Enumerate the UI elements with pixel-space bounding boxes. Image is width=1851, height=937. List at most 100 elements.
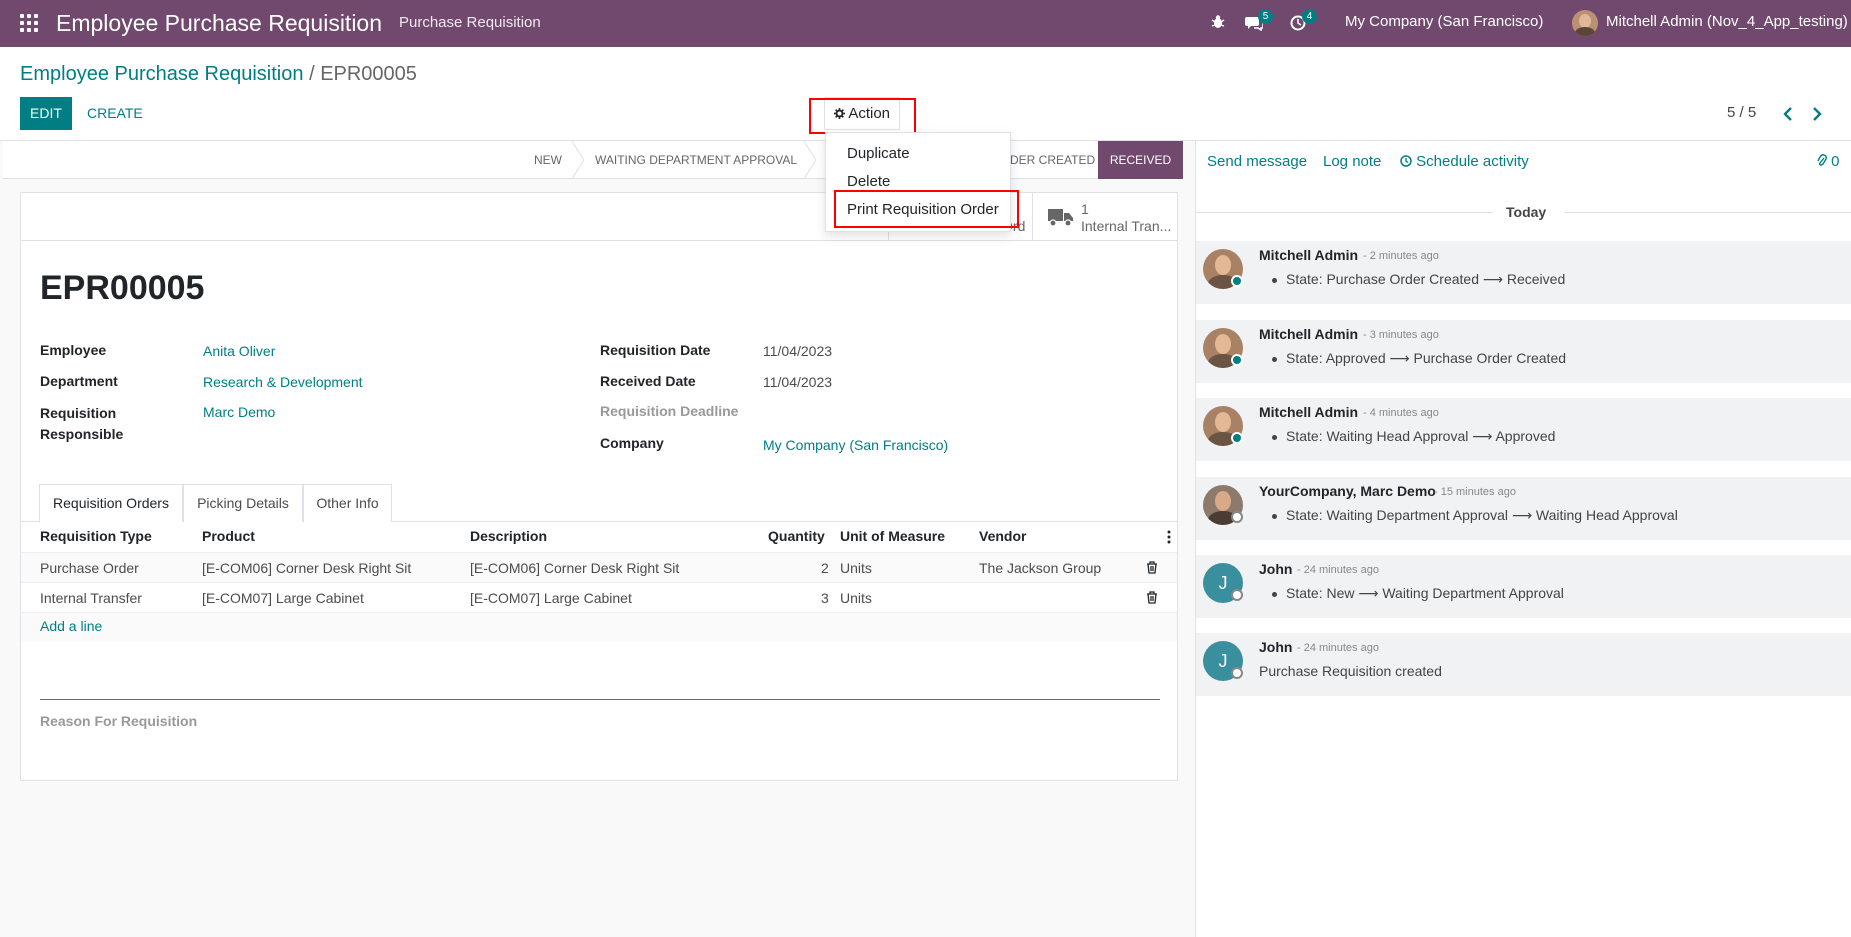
breadcrumb-separator: / [309,63,315,85]
tab-requisition-orders[interactable]: Requisition Orders [39,484,183,523]
department-field[interactable]: Research & Development [203,374,363,390]
paperclip-icon [1817,154,1827,166]
column-requisition-type[interactable]: Requisition Type [40,528,152,544]
pager-previous-icon[interactable] [1780,105,1796,123]
message-time: - 3 minutes ago [1363,329,1439,341]
record-title: EPR00005 [40,269,205,307]
received-date-field[interactable]: 11/04/2023 [763,374,832,390]
form-sheet: Purchase Ord 1 Internal Tran... EPR00005… [20,192,1178,781]
message-time: - 4 minutes ago [1363,407,1439,419]
online-status-dot [1231,432,1243,444]
offline-status-dot [1231,589,1243,601]
company-field[interactable]: My Company (San Francisco) [763,437,948,453]
requisition-responsible-field[interactable]: Marc Demo [203,404,275,420]
stage-divider [571,141,585,179]
row-description: [E-COM07] Large Cabinet [470,590,632,606]
column-description[interactable]: Description [470,528,547,544]
action-button[interactable]: Action [824,97,900,130]
stage-divider [803,141,817,179]
employee-field[interactable]: Anita Oliver [203,343,275,359]
activity-count-badge: 4 [1302,9,1317,24]
row-quantity: 2 [821,560,829,576]
employee-label: Employee [40,342,107,358]
department-label: Department [40,373,118,389]
row-product: [E-COM07] Large Cabinet [202,590,364,606]
user-avatar[interactable] [1572,10,1598,36]
action-button-label: Action [848,105,891,122]
internal-transfer-smart-button[interactable]: 1 Internal Tran... [1032,193,1177,241]
stage-waiting-department-approval[interactable]: WAITING DEPARTMENT APPROVAL [595,153,797,167]
internal-transfer-count: 1 [1081,201,1089,217]
message-author[interactable]: John [1259,639,1292,655]
app-title[interactable]: Employee Purchase Requisition [56,10,382,37]
message-author[interactable]: Mitchell Admin [1259,326,1358,342]
log-note-button[interactable]: Log note [1323,153,1381,170]
message-author[interactable]: YourCompany, Marc Demo [1259,483,1436,499]
company-switcher[interactable]: My Company (San Francisco) [1345,13,1543,30]
gear-icon [833,108,845,119]
row-unit-of-measure: Units [840,560,872,576]
row-quantity: 3 [821,590,829,606]
stage-received[interactable]: RECEIVED [1098,141,1183,179]
offline-status-dot [1231,511,1243,523]
online-status-dot [1231,354,1243,366]
tracking-value: State: Waiting Department Approval ⟶ Wai… [1286,507,1678,523]
add-line-link[interactable]: Add a line [40,618,102,634]
column-vendor[interactable]: Vendor [979,528,1026,544]
stage-purchase-order-created[interactable]: DER CREATED [1010,153,1095,167]
requisition-date-field[interactable]: 11/04/2023 [763,343,832,359]
table-row[interactable]: Purchase Order [E-COM06] Corner Desk Rig… [21,552,1177,582]
tracking-value: State: Waiting Head Approval ⟶ Approved [1286,428,1556,444]
trash-icon[interactable] [1146,591,1158,604]
pager-next-icon[interactable] [1809,105,1825,123]
list-bullet [1272,514,1277,519]
online-status-dot [1231,275,1243,287]
internal-transfer-label: Internal Tran... [1081,218,1172,234]
attachments-button[interactable]: 0 [1817,153,1840,170]
send-message-button[interactable]: Send message [1207,153,1307,170]
day-separator-line [1196,212,1493,213]
message-author[interactable]: John [1259,561,1292,577]
chatter-message: YourCompany, Marc Demo - 15 minutes ago … [1196,477,1851,540]
offline-status-dot [1231,667,1243,679]
apps-menu-icon[interactable] [20,14,40,32]
schedule-activity-button[interactable]: Schedule activity [1400,153,1529,170]
column-unit-of-measure[interactable]: Unit of Measure [840,528,945,544]
table-row[interactable]: Internal Transfer [E-COM07] Large Cabine… [21,582,1177,612]
create-button[interactable]: CREATE [87,105,143,121]
message-author[interactable]: Mitchell Admin [1259,247,1358,263]
edit-button[interactable]: EDIT [20,97,72,130]
breadcrumb-current: EPR00005 [320,63,417,85]
debug-bug-icon[interactable] [1211,14,1225,30]
column-quantity[interactable]: Quantity [768,528,825,544]
pager-value[interactable]: 5 / 5 [1727,104,1756,121]
received-date-label: Received Date [600,373,696,389]
tab-picking-details[interactable]: Picking Details [183,484,303,522]
menu-item-duplicate[interactable]: Duplicate [847,145,910,162]
menu-item-delete[interactable]: Delete [847,173,890,190]
column-product[interactable]: Product [202,528,255,544]
user-menu[interactable]: Mitchell Admin (Nov_4_App_testing) [1606,13,1848,30]
notebook-tabs: Requisition Orders Picking Details Other… [21,484,1177,523]
reason-for-requisition-field[interactable]: Reason For Requisition [40,713,197,729]
message-time: - 24 minutes ago [1297,564,1379,576]
tab-other-info[interactable]: Other Info [303,484,392,522]
day-separator-line [1564,212,1851,213]
control-panel: Employee Purchase Requisition / EPR00005… [0,47,1851,141]
message-time: - 2 minutes ago [1363,250,1439,262]
tracking-value: State: Purchase Order Created ⟶ Received [1286,271,1566,287]
stage-new[interactable]: NEW [534,153,562,167]
breadcrumb-parent[interactable]: Employee Purchase Requisition [20,63,304,85]
message-time: - 15 minutes ago [1434,486,1516,498]
row-product: [E-COM06] Corner Desk Right Sit [202,560,412,576]
clock-icon [1400,155,1412,167]
menu-purchase-requisition[interactable]: Purchase Requisition [399,14,541,31]
day-separator-label: Today [1506,204,1547,220]
message-author[interactable]: Mitchell Admin [1259,404,1358,420]
menu-item-print-requisition-order[interactable]: Print Requisition Order [847,201,999,218]
trash-icon[interactable] [1146,561,1158,574]
optional-columns-icon[interactable] [1167,530,1171,544]
chatter-message: Mitchell Admin - 2 minutes ago State: Pu… [1196,241,1851,304]
list-bullet [1272,592,1277,597]
row-requisition-type: Internal Transfer [40,590,142,606]
